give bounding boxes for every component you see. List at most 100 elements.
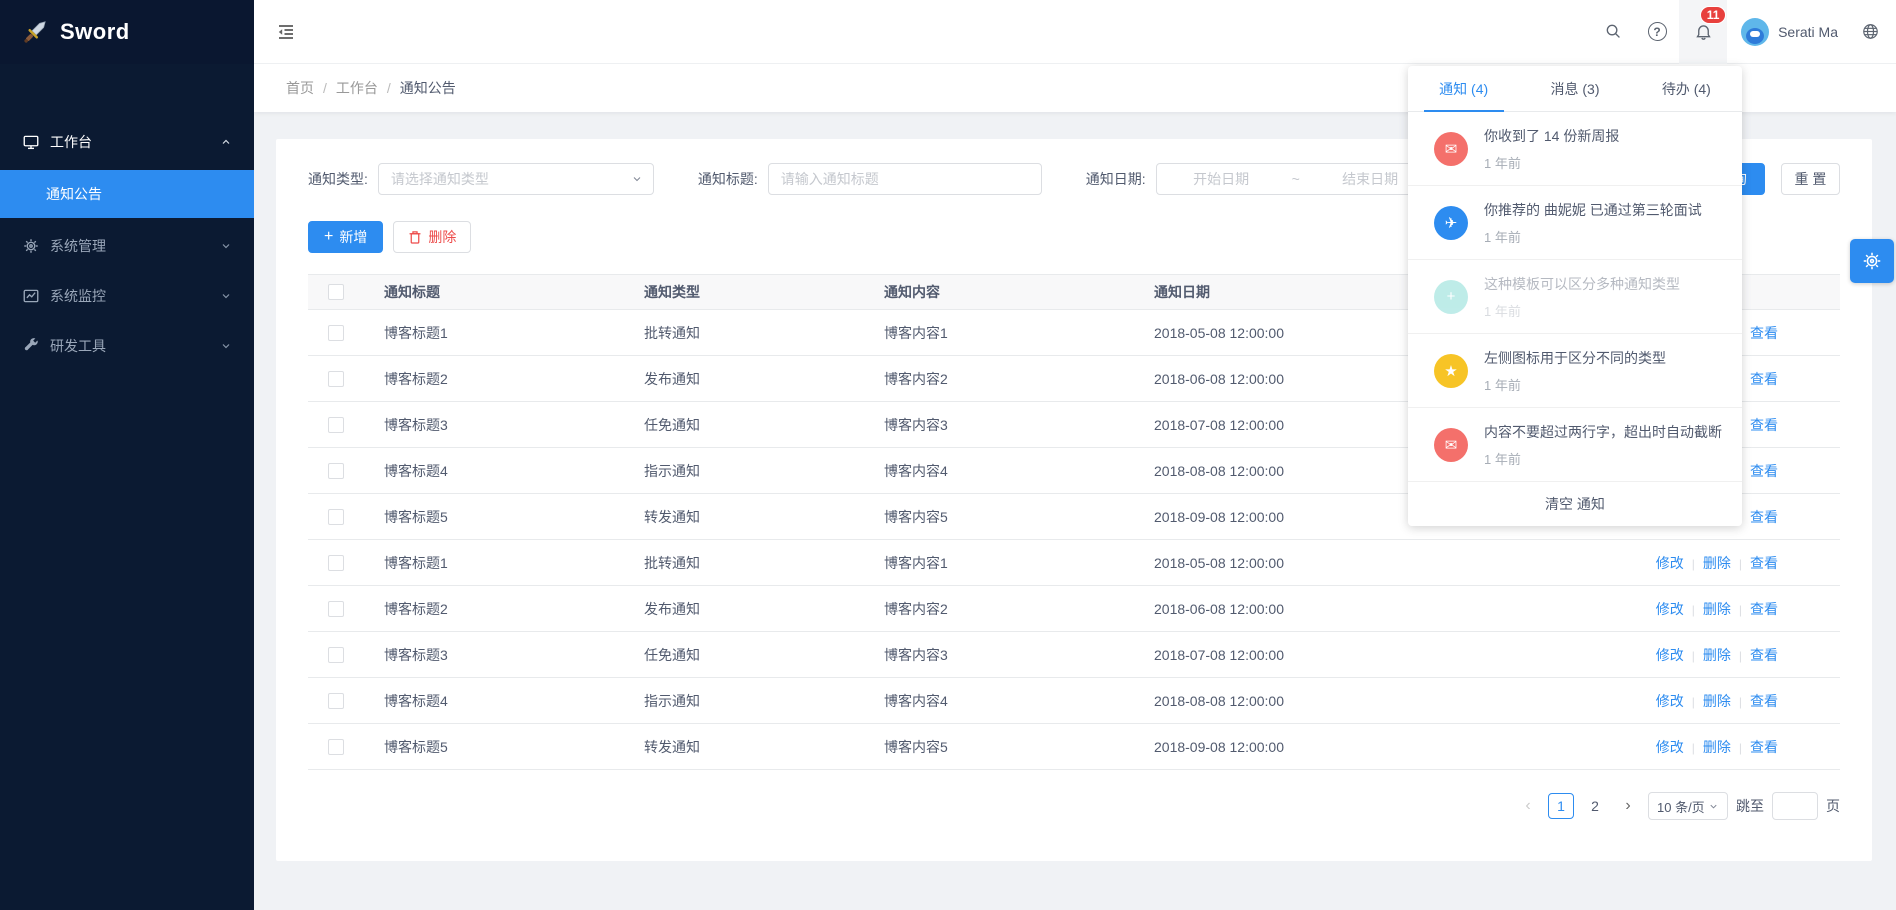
cell-notice-type: 发布通知 [624, 369, 864, 389]
search-button[interactable] [1591, 0, 1635, 64]
cell-notice-content: 博客内容2 [864, 369, 1134, 389]
notifications-button[interactable]: 11 [1679, 0, 1727, 64]
breadcrumb-workbench[interactable]: 工作台 [336, 78, 378, 98]
notification-time: 1 年前 [1484, 227, 1702, 246]
theme-settings-button[interactable] [1850, 239, 1894, 283]
clear-notifications-button[interactable]: 清空 通知 [1408, 482, 1742, 526]
row-checkbox[interactable] [328, 647, 344, 663]
view-link[interactable]: 查看 [1750, 555, 1778, 571]
view-link[interactable]: 查看 [1750, 647, 1778, 663]
edit-link[interactable]: 修改 [1656, 693, 1684, 709]
page-size-value: 10 条/页 [1657, 797, 1705, 816]
edit-link[interactable]: 修改 [1656, 739, 1684, 755]
notification-item[interactable]: ★ 左侧图标用于区分不同的类型 1 年前 [1408, 334, 1742, 408]
delete-link[interactable]: 删除 [1703, 693, 1731, 709]
tab-messages[interactable]: 消息 (3) [1519, 66, 1630, 111]
cell-notice-title: 博客标题1 [364, 323, 624, 343]
view-link[interactable]: 查看 [1750, 371, 1778, 387]
delete-link[interactable]: 删除 [1703, 739, 1731, 755]
row-checkbox[interactable] [328, 417, 344, 433]
cell-notice-date: 2018-06-08 12:00:00 [1134, 601, 1464, 617]
view-link[interactable]: 查看 [1750, 509, 1778, 525]
jump-label: 跳至 [1736, 796, 1764, 816]
view-link[interactable]: 查看 [1750, 463, 1778, 479]
sidebar-collapse-button[interactable] [254, 0, 318, 64]
edit-link[interactable]: 修改 [1656, 601, 1684, 617]
notification-item[interactable]: ✈ 你推荐的 曲妮妮 已通过第三轮面试 1 年前 [1408, 186, 1742, 260]
row-checkbox[interactable] [328, 509, 344, 525]
reset-button[interactable]: 重 置 [1781, 163, 1840, 195]
delete-link[interactable]: 删除 [1703, 555, 1731, 571]
pagination: ‹ 1 2 › 10 条/页 跳至 页 [308, 792, 1840, 820]
row-checkbox[interactable] [328, 693, 344, 709]
select-all-checkbox[interactable] [328, 284, 344, 300]
user-menu[interactable]: Serati Ma [1727, 0, 1852, 64]
next-page-button[interactable]: › [1616, 793, 1640, 819]
table-row: 博客标题5 转发通知 博客内容5 2018-09-08 12:00:00 修改|… [308, 724, 1840, 770]
notice-date-range-picker[interactable]: 开始日期 ~ 结束日期 [1156, 163, 1436, 195]
gear-icon [1861, 250, 1883, 272]
row-checkbox[interactable] [328, 739, 344, 755]
view-link[interactable]: 查看 [1750, 601, 1778, 617]
jump-page-input[interactable] [1772, 792, 1818, 820]
cell-notice-date: 2018-08-08 12:00:00 [1134, 693, 1464, 709]
language-button[interactable] [1852, 0, 1896, 64]
action-separator: | [1692, 557, 1695, 571]
bell-icon [1694, 22, 1713, 41]
breadcrumb-home[interactable]: 首页 [286, 78, 314, 98]
notification-item[interactable]: ✉ 内容不要超过两行字，超出时自动截断 1 年前 [1408, 408, 1742, 482]
notice-title-input[interactable]: 请输入通知标题 [768, 163, 1042, 195]
notification-body: 你收到了 14 份新周报 1 年前 [1484, 126, 1619, 172]
breadcrumb-separator: / [323, 80, 327, 96]
add-button[interactable]: 新增 [308, 221, 383, 253]
page-size-select[interactable]: 10 条/页 [1648, 792, 1728, 820]
delete-link[interactable]: 删除 [1703, 647, 1731, 663]
cell-notice-content: 博客内容1 [864, 553, 1134, 573]
page-number-1[interactable]: 1 [1548, 793, 1574, 819]
cell-notice-content: 博客内容4 [864, 461, 1134, 481]
view-link[interactable]: 查看 [1750, 693, 1778, 709]
sidebar-item-notice[interactable]: 通知公告 [0, 170, 254, 218]
app-logo[interactable]: Sword [0, 0, 254, 64]
table-row: 博客标题2 发布通知 博客内容2 2018-06-08 12:00:00 修改|… [308, 586, 1840, 632]
notification-body: 左侧图标用于区分不同的类型 1 年前 [1484, 348, 1666, 394]
cell-notice-title: 博客标题5 [364, 507, 624, 527]
column-header-title: 通知标题 [364, 282, 624, 302]
row-checkbox[interactable] [328, 463, 344, 479]
cell-notice-content: 博客内容3 [864, 645, 1134, 665]
cell-notice-title: 博客标题3 [364, 415, 624, 435]
view-link[interactable]: 查看 [1750, 739, 1778, 755]
page-number-2[interactable]: 2 [1582, 793, 1608, 819]
notice-type-select[interactable]: 请选择通知类型 [378, 163, 654, 195]
edit-link[interactable]: 修改 [1656, 555, 1684, 571]
cell-notice-title: 博客标题2 [364, 599, 624, 619]
cell-notice-type: 批转通知 [624, 323, 864, 343]
plus-icon [324, 228, 333, 246]
delete-button-label: 删除 [428, 227, 456, 247]
row-checkbox[interactable] [328, 601, 344, 617]
help-button[interactable] [1635, 0, 1679, 64]
sidebar-item-system-monitor[interactable]: 系统监控 [0, 274, 254, 318]
cell-notice-content: 博客内容5 [864, 507, 1134, 527]
delete-link[interactable]: 删除 [1703, 601, 1731, 617]
delete-button[interactable]: 删除 [393, 221, 471, 253]
view-link[interactable]: 查看 [1750, 325, 1778, 341]
sidebar-item-workbench[interactable]: 工作台 [0, 120, 254, 164]
avatar [1741, 18, 1769, 46]
row-checkbox[interactable] [328, 371, 344, 387]
tab-todos[interactable]: 待办 (4) [1631, 66, 1742, 111]
row-checkbox[interactable] [328, 325, 344, 341]
notification-type-icon: ★ [1434, 354, 1468, 388]
view-link[interactable]: 查看 [1750, 417, 1778, 433]
notification-item[interactable]: ✉ 你收到了 14 份新周报 1 年前 [1408, 112, 1742, 186]
notification-item[interactable]: + 这种模板可以区分多种通知类型 1 年前 [1408, 260, 1742, 334]
cell-notice-date: 2018-09-08 12:00:00 [1134, 739, 1464, 755]
tab-notifications[interactable]: 通知 (4) [1408, 66, 1519, 111]
edit-link[interactable]: 修改 [1656, 647, 1684, 663]
row-actions: 修改|删除|查看 [1464, 645, 1840, 665]
sidebar-item-system-mgmt[interactable]: 系统管理 [0, 224, 254, 268]
prev-page-button[interactable]: ‹ [1516, 793, 1540, 819]
sidebar-item-dev-tools[interactable]: 研发工具 [0, 324, 254, 368]
row-checkbox[interactable] [328, 555, 344, 571]
action-separator: | [1739, 603, 1742, 617]
